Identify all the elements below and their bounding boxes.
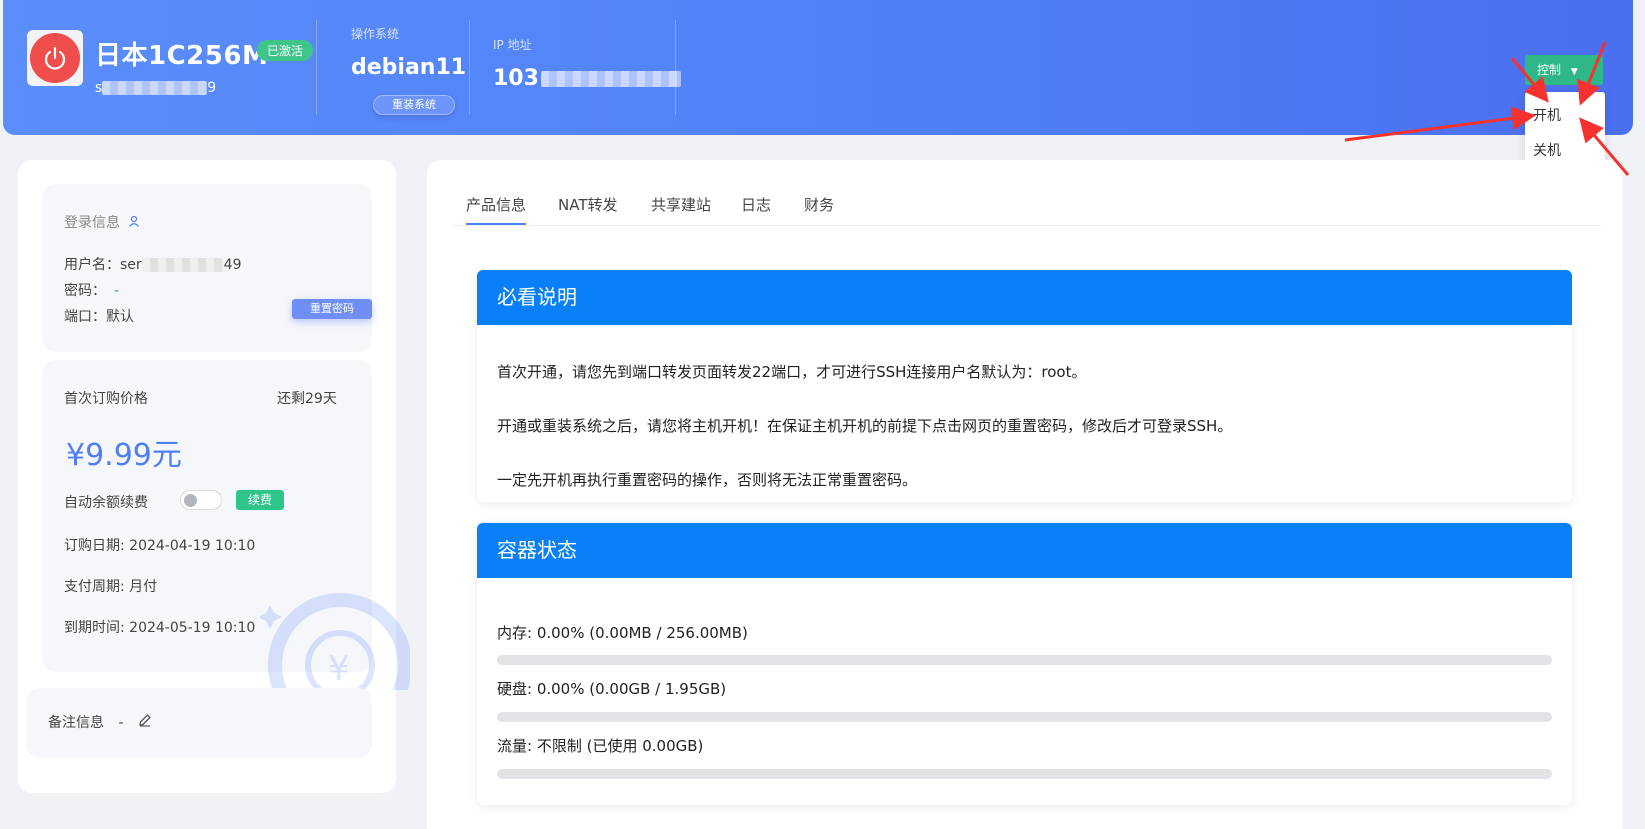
traffic-usage-bar (497, 769, 1552, 779)
header-divider (469, 20, 470, 115)
control-button[interactable]: 控制 ▼ (1525, 55, 1603, 85)
price-card: 首次订购价格 还剩29天 ¥9.99元 自动余额续费 续费 订购日期: 2024… (42, 360, 410, 690)
container-status-box: 容器状态 内存: 0.00% (0.00MB / 256.00MB) 硬盘: 0… (477, 523, 1572, 805)
edit-icon[interactable] (138, 713, 152, 727)
username-end: 49 (223, 257, 242, 273)
auto-renew-label: 自动余额续费 (64, 495, 148, 511)
price-label: 首次订购价格 (64, 391, 148, 407)
username-label: 用户名： (64, 257, 120, 273)
redaction-mask (141, 258, 224, 272)
renew-button[interactable]: 续费 (236, 490, 284, 510)
memory-usage-bar (497, 655, 1552, 665)
price-value: ¥9.99元 (66, 438, 182, 473)
notice-box: 必看说明 首次开通，请您先到端口转发页面转发22端口，才可进行SSH连接用户名默… (477, 270, 1572, 502)
status-badge: 已激活 (257, 40, 314, 61)
chevron-down-icon: ▼ (1570, 67, 1578, 77)
server-title: 日本1C256M (95, 41, 269, 71)
order-date-row: 订购日期: 2024-04-19 10:10 (64, 535, 255, 555)
user-icon (129, 215, 140, 227)
redaction-mask (102, 81, 208, 95)
notes-value: - (118, 715, 124, 731)
notes-label: 备注信息 (48, 715, 104, 731)
disk-usage-bar (497, 712, 1552, 722)
header-divider (675, 20, 676, 115)
disk-usage-label: 硬盘: 0.00% (0.00GB / 1.95GB) (497, 680, 727, 698)
notice-line: 首次开通，请您先到端口转发页面转发22端口，才可进行SSH连接用户名默认为：ro… (497, 363, 1087, 381)
notice-title: 必看说明 (477, 270, 1572, 325)
traffic-usage-label: 流量: 不限制 (已使用 0.00GB) (497, 737, 704, 755)
notes-card: 备注信息 - (26, 688, 372, 758)
server-hostname: s9 (95, 80, 216, 96)
tab-finance[interactable]: 财务 (804, 194, 834, 215)
username-row: 用户名：ser 49 (64, 254, 242, 274)
tab-bar: 产品信息 NAT转发 共享建站 日志 财务 (451, 186, 1601, 226)
days-remaining: 还剩29天 (277, 391, 337, 407)
username-start: ser (120, 257, 142, 273)
power-icon (44, 46, 66, 70)
notes-row: 备注信息 - (48, 712, 152, 732)
tab-shared-hosting[interactable]: 共享建站 (651, 194, 711, 215)
order-date-label: 订购日期: (64, 538, 125, 554)
order-date-value: 2024-04-19 10:10 (129, 538, 256, 554)
billing-cycle-row: 支付周期: 月付 (64, 576, 157, 596)
billing-cycle-value: 月付 (129, 579, 158, 595)
server-header: 日本1C256M 已激活 s9 操作系统 debian11 重装系统 IP 地址… (3, 0, 1633, 135)
hostname-end: 9 (207, 80, 217, 96)
notice-line: 一定先开机再执行重置密码的操作，否则将无法正常重置密码。 (497, 471, 918, 489)
billing-cycle-label: 支付周期: (64, 579, 125, 595)
menu-item-power-off[interactable]: 关机 (1533, 140, 1561, 160)
status-title: 容器状态 (477, 523, 1572, 578)
port-label: 端口： (64, 309, 106, 325)
svg-text:¥: ¥ (328, 649, 350, 689)
redaction-mask (540, 71, 681, 87)
menu-item-power-on[interactable]: 开机 (1533, 105, 1561, 125)
os-label: 操作系统 (351, 27, 400, 41)
password-row: 密码： - (64, 280, 119, 300)
money-bag-icon: ¥ (260, 580, 410, 690)
port-value: 默认 (106, 309, 134, 325)
hostname-start: s (95, 80, 103, 96)
password-value: - (114, 283, 120, 299)
port-row: 端口：默认 (64, 306, 134, 326)
expiry-label: 到期时间: (64, 620, 125, 636)
ip-label: IP 地址 (493, 38, 532, 52)
memory-usage-label: 内存: 0.00% (0.00MB / 256.00MB) (497, 624, 748, 642)
notice-line: 开通或重装系统之后，请您将主机开机！在保证主机开机的前提下点击网页的重置密码，修… (497, 417, 1233, 435)
ip-value: 103 (493, 66, 681, 91)
control-label: 控制 (1537, 63, 1562, 77)
header-divider (316, 20, 317, 115)
reset-password-button[interactable]: 重置密码 (292, 299, 372, 319)
login-info-title: 登录信息 (64, 212, 140, 232)
reinstall-button[interactable]: 重装系统 (373, 95, 455, 115)
os-value: debian11 (351, 55, 467, 80)
toggle-knob (184, 494, 197, 507)
tab-product-info[interactable]: 产品信息 (466, 194, 527, 225)
power-button[interactable] (27, 30, 83, 86)
main-panel: 产品信息 NAT转发 共享建站 日志 财务 必看说明 首次开通，请您先到端口转发… (427, 160, 1623, 829)
login-info-title-text: 登录信息 (64, 215, 120, 231)
password-label: 密码： (64, 283, 106, 299)
ip-prefix: 103 (493, 66, 539, 91)
auto-renew-toggle[interactable] (180, 490, 222, 510)
tab-nat-forward[interactable]: NAT转发 (558, 194, 617, 215)
tab-logs[interactable]: 日志 (741, 194, 771, 215)
left-panel: 登录信息 用户名：ser 49 密码： - 端口：默认 重置密码 首次订购价格 还剩… (18, 160, 410, 793)
expiry-row: 到期时间: 2024-05-19 10:10 (64, 617, 255, 637)
expiry-value: 2024-05-19 10:10 (129, 620, 256, 636)
login-info-card: 登录信息 用户名：ser 49 密码： - 端口：默认 重置密码 (42, 184, 372, 352)
